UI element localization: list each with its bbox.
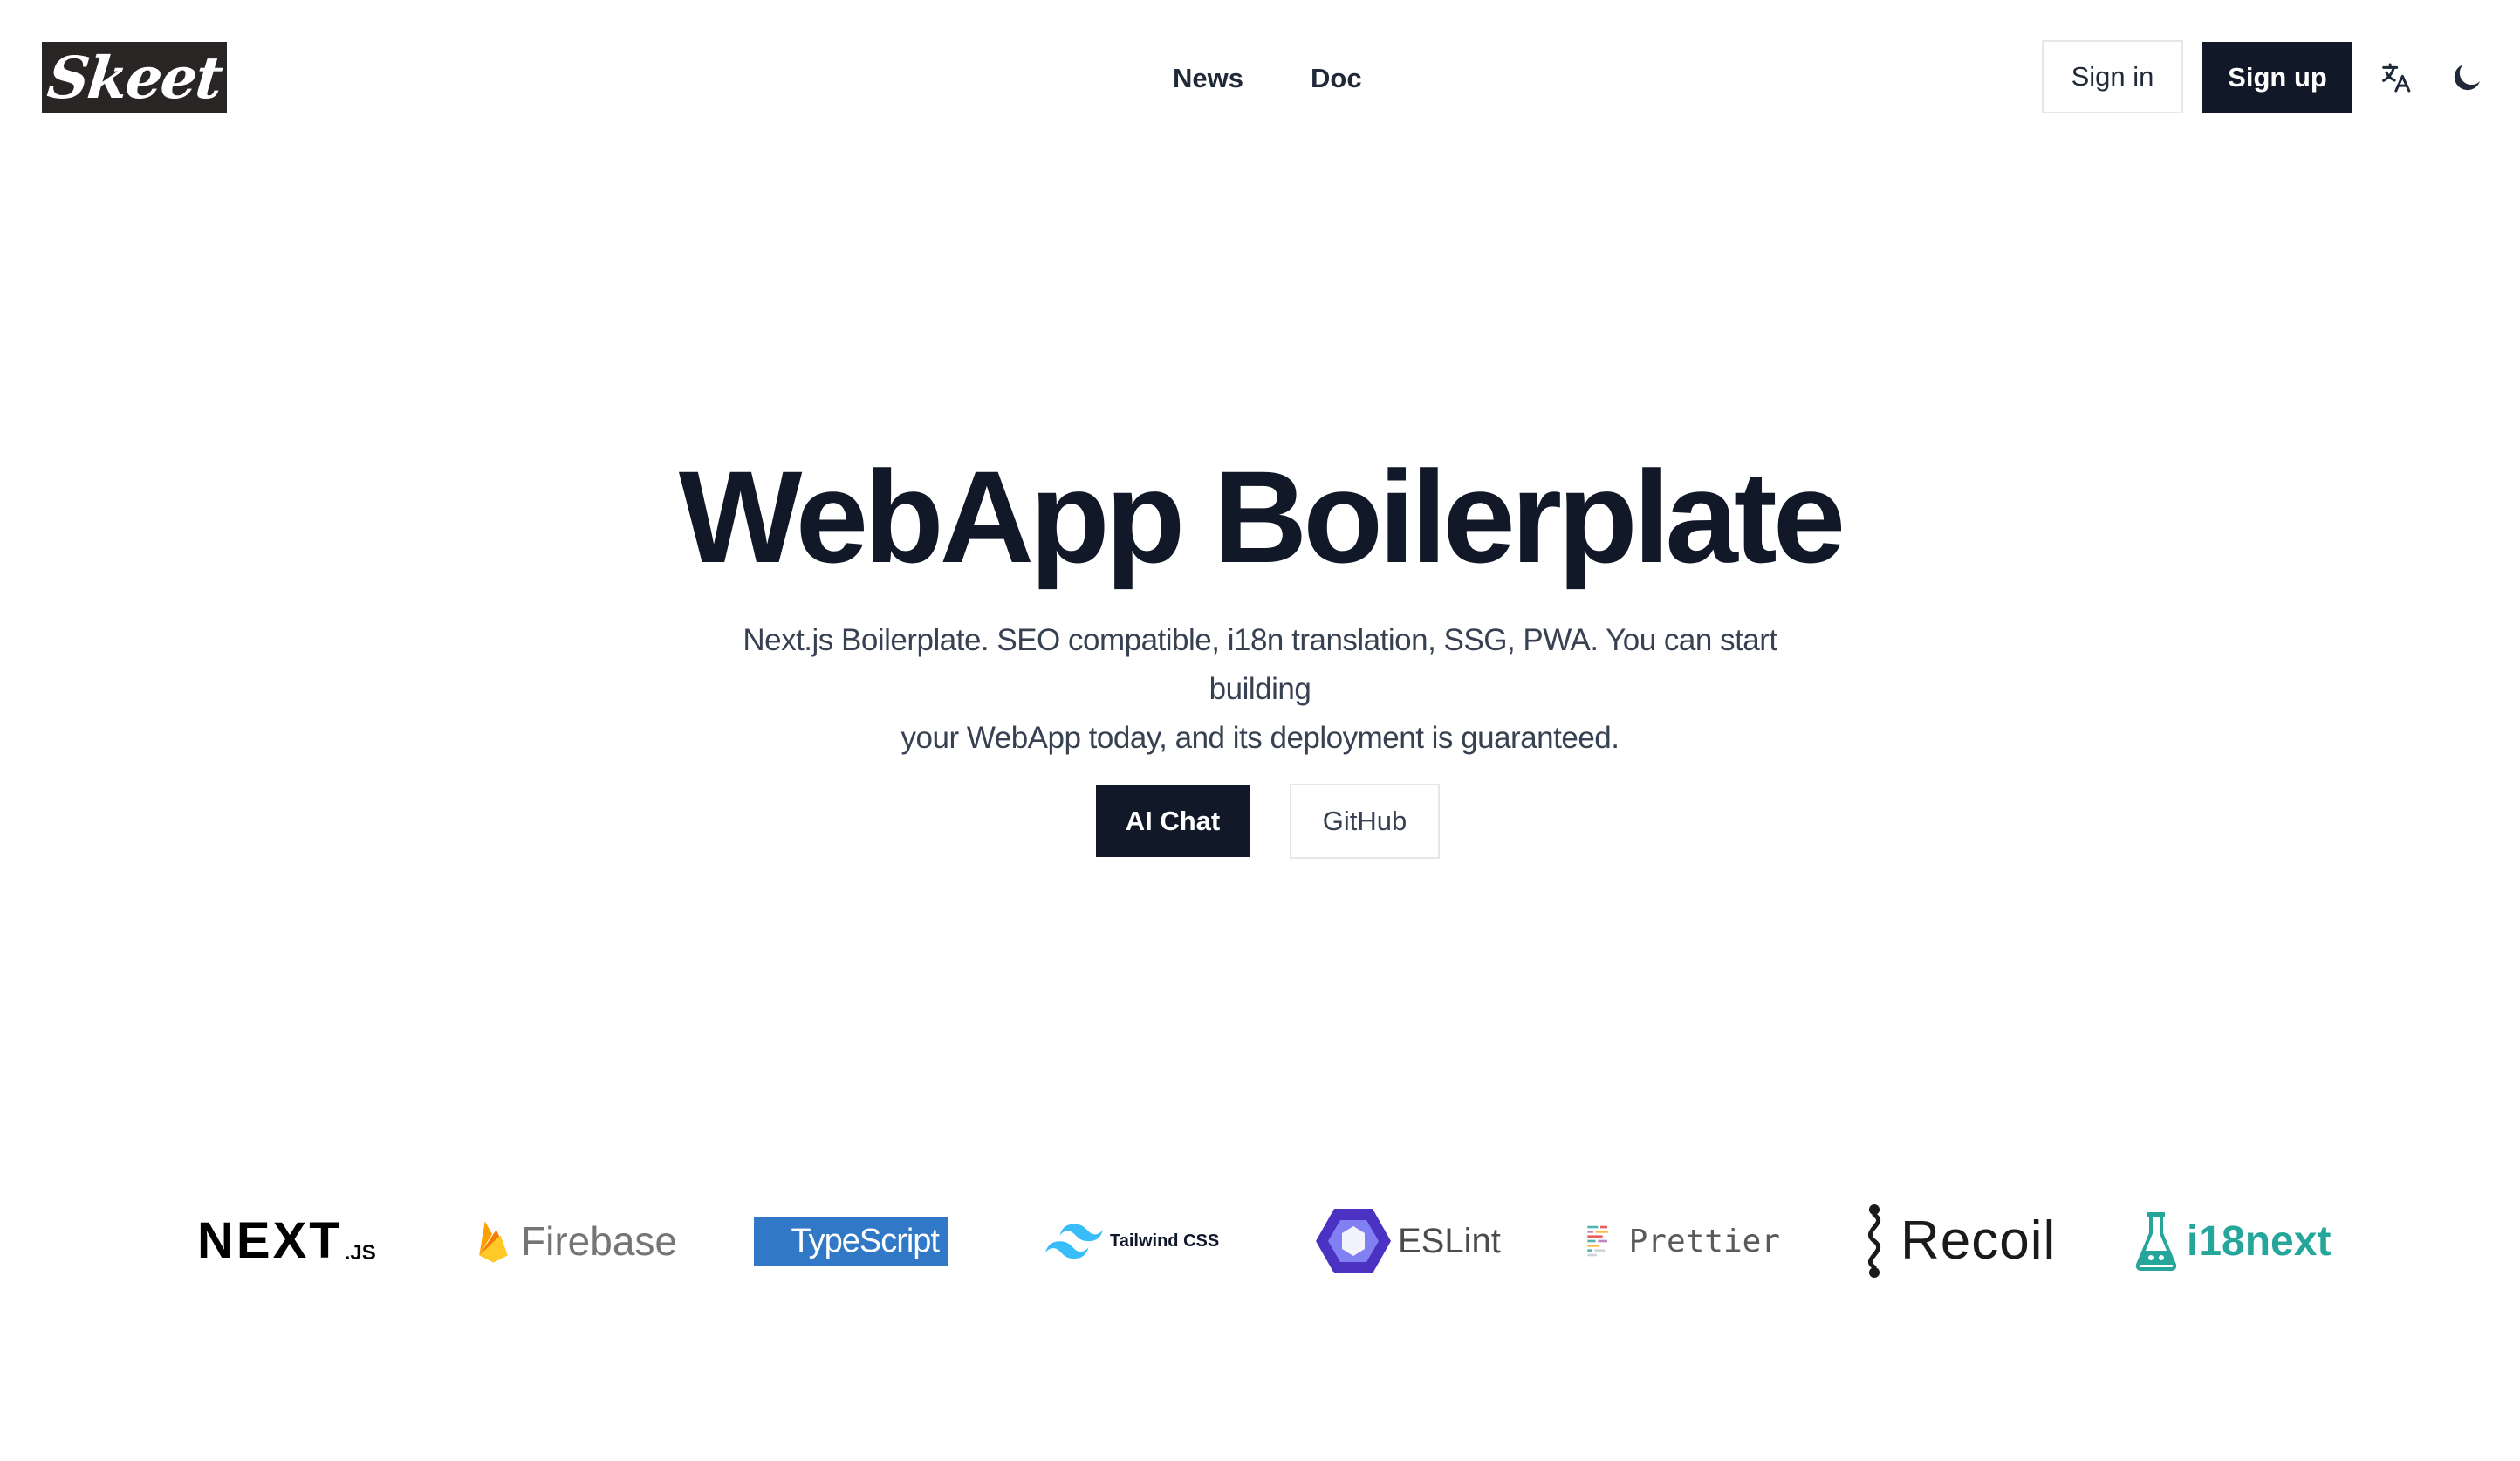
eslint-hexagon-icon [1316, 1209, 1391, 1273]
sign-in-button[interactable]: Sign in [2042, 40, 2183, 113]
hero-description-line-2: your WebApp today, and its deployment is… [900, 721, 1620, 755]
sign-up-label: Sign up [2228, 62, 2327, 93]
tailwind-logo-text: Tailwind CSS [1110, 1231, 1220, 1251]
nav-link-doc[interactable]: Doc [1311, 61, 1362, 96]
eslint-logo-text: ESLint [1398, 1221, 1501, 1260]
recoil-logo-text: Recoil [1900, 1211, 2057, 1271]
prettier-logo: Prettier [1586, 1204, 1780, 1278]
hero-description-line-1: Next.js Boilerplate. SEO compatible, i18… [743, 623, 1777, 706]
nav-link-news[interactable]: News [1173, 61, 1243, 96]
github-label: GitHub [1322, 806, 1407, 836]
i18next-logo-text: i18next [2187, 1218, 2332, 1265]
firebase-logo: Firebase [476, 1204, 677, 1278]
nextjs-logo-suffix: .JS [344, 1241, 376, 1265]
eslint-logo: ESLint [1316, 1204, 1508, 1278]
i18next-flask-icon [2135, 1212, 2177, 1271]
ai-chat-button[interactable]: AI Chat [1096, 785, 1250, 857]
typescript-logo-text: TypeScript [791, 1222, 940, 1259]
prettier-logo-text: Prettier [1628, 1223, 1780, 1259]
tailwind-logo: Tailwind CSS [1045, 1204, 1220, 1278]
typescript-logo: TypeScript [754, 1204, 948, 1278]
skeet-logo[interactable]: Skeet [42, 42, 227, 113]
sign-up-button[interactable]: Sign up [2202, 42, 2352, 113]
tailwind-wave-icon [1045, 1224, 1103, 1259]
firebase-logo-text: Firebase [521, 1218, 677, 1264]
github-button[interactable]: GitHub [1290, 784, 1440, 859]
firebase-flame-icon [479, 1221, 508, 1263]
prettier-lines-icon [1587, 1225, 1609, 1257]
nextjs-logo-text: NEXT [197, 1212, 343, 1269]
hero-title: WebApp Boilerplate [678, 443, 1845, 590]
logo-text: Skeet [44, 44, 225, 112]
hero-description: Next.js Boilerplate. SEO compatible, i18… [693, 616, 1827, 763]
dark-mode-moon-icon[interactable] [2447, 58, 2487, 98]
sign-in-label: Sign in [2071, 61, 2154, 92]
translate-icon[interactable] [2375, 58, 2415, 98]
recoil-logo: Recoil [1857, 1204, 2066, 1278]
ai-chat-label: AI Chat [1125, 806, 1221, 836]
recoil-atom-icon [1867, 1204, 1881, 1278]
i18next-logo: i18next [2134, 1204, 2344, 1278]
nextjs-logo: NEXT .JS [197, 1204, 398, 1278]
